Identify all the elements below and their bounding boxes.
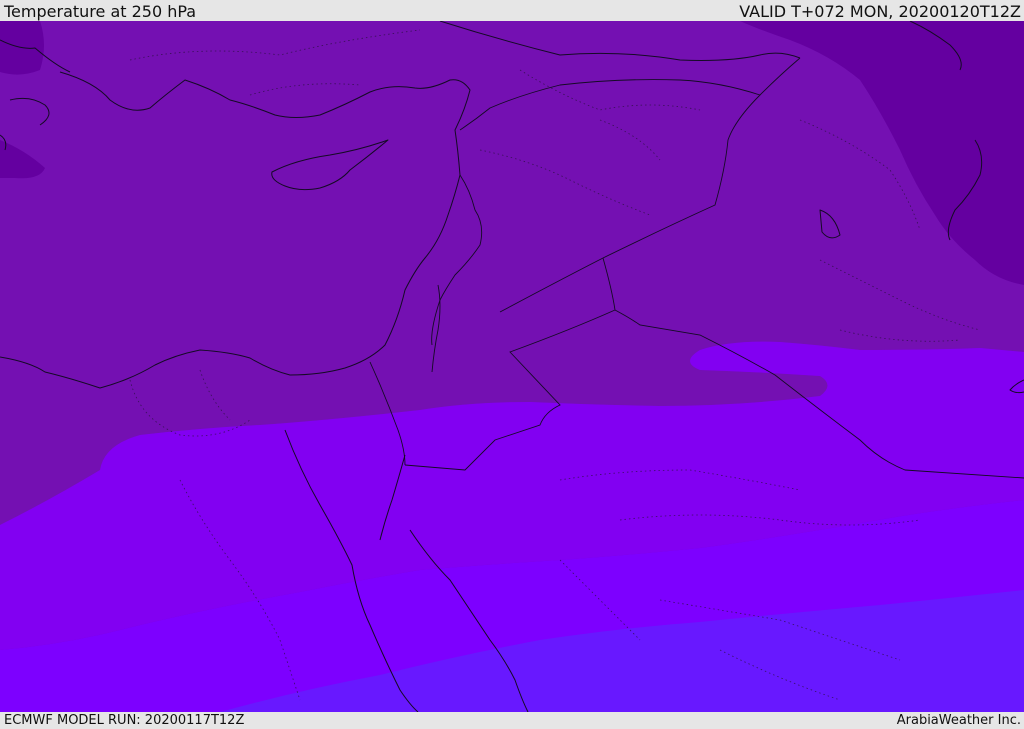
- map-canvas: [0, 21, 1024, 712]
- map-title: Temperature at 250 hPa: [4, 2, 197, 21]
- temperature-map[interactable]: [0, 21, 1024, 712]
- header-bar: Temperature at 250 hPa VALID T+072 MON, …: [0, 0, 1024, 21]
- credit-label: ArabiaWeather Inc.: [896, 713, 1021, 728]
- model-run-label: ECMWF MODEL RUN: 20200117T12Z: [4, 713, 245, 728]
- valid-time-label: VALID T+072 MON, 20200120T12Z: [739, 2, 1021, 21]
- footer-bar: ECMWF MODEL RUN: 20200117T12Z ArabiaWeat…: [0, 712, 1024, 729]
